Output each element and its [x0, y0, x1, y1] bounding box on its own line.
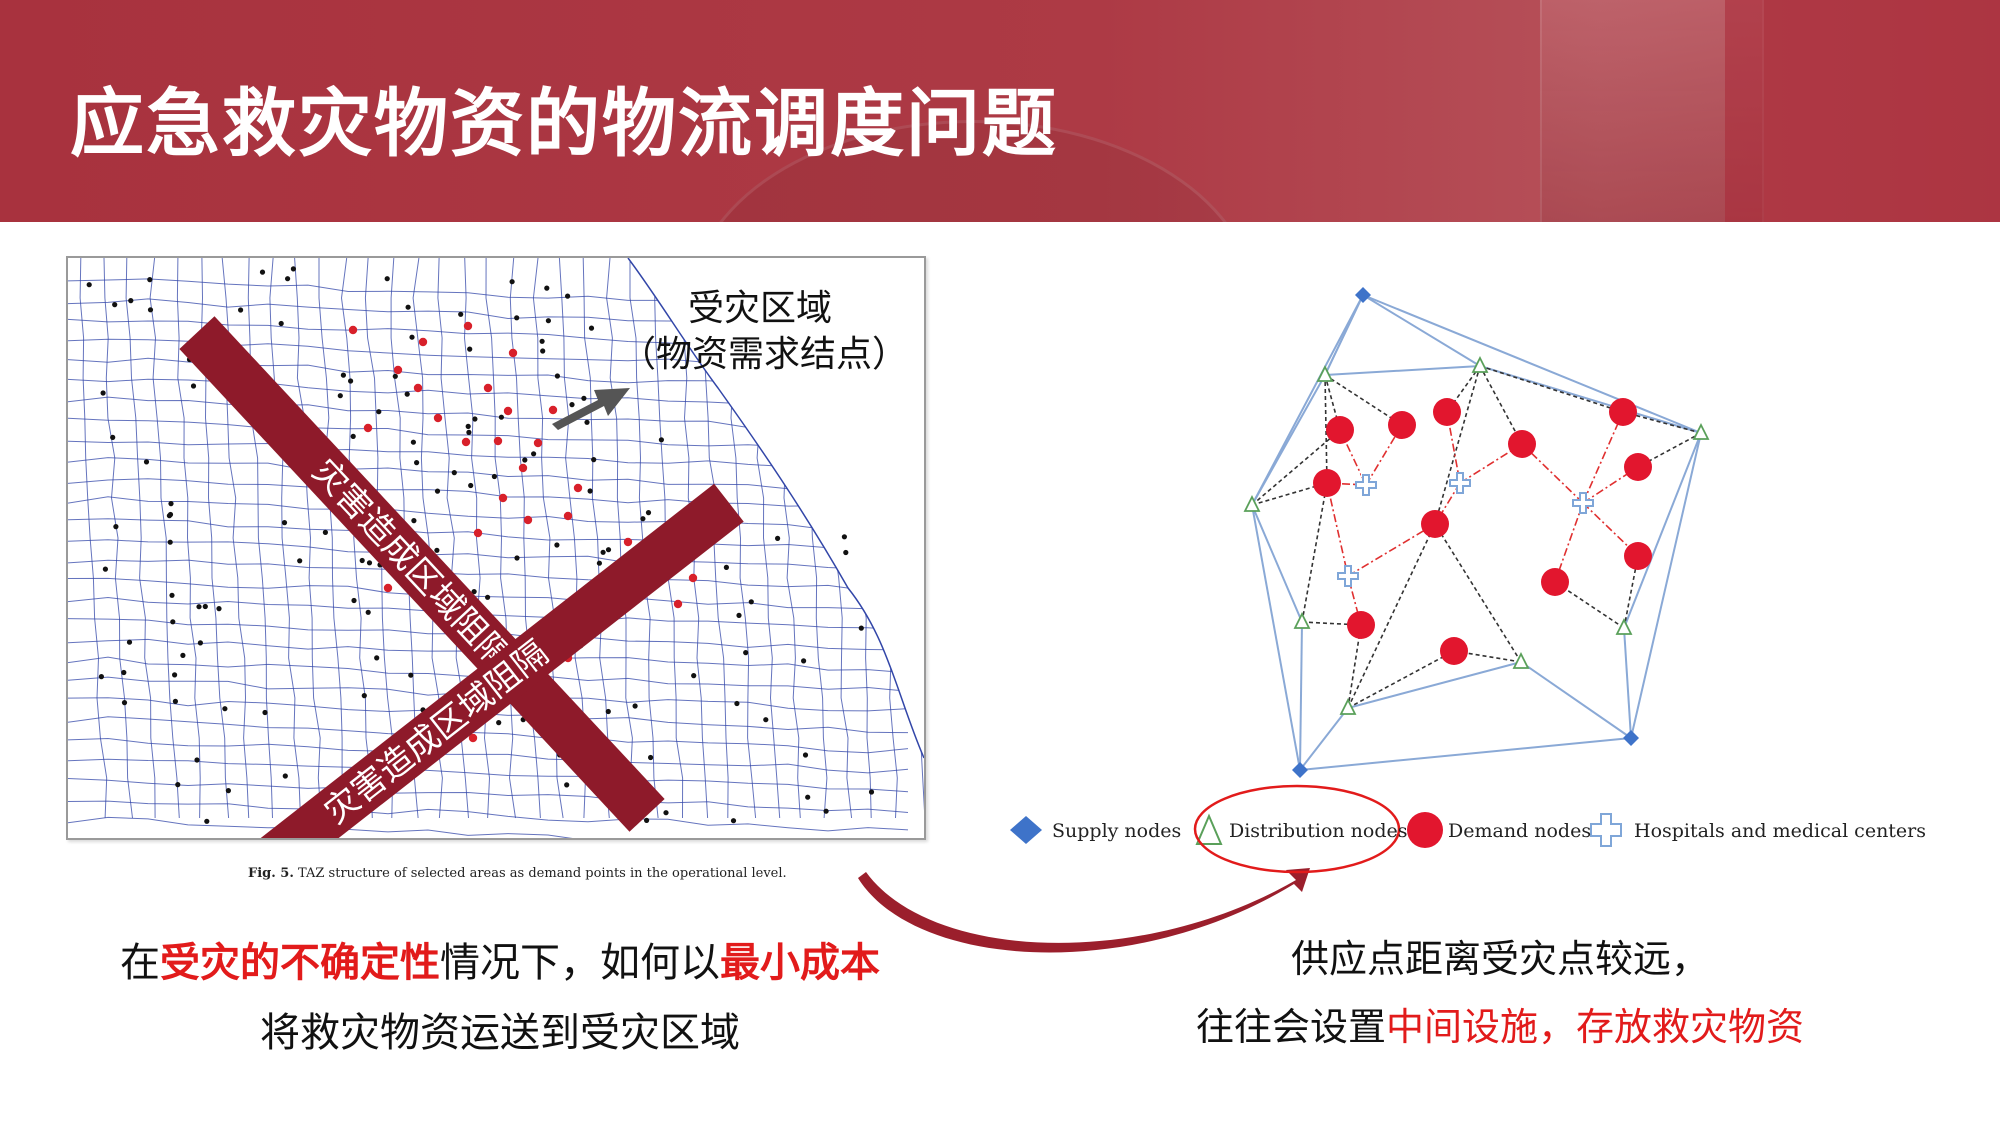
affected-area-label: 受灾区域 （物资需求结点）: [620, 286, 909, 378]
header-banner: 应急救灾物资的物流调度问题: [0, 0, 2000, 222]
problem-statement: 在受灾的不确定性情况下，如何以最小成本将救灾物资运送到受灾区域: [120, 928, 880, 1068]
affected-area-subtitle: （物资需求结点）: [620, 334, 909, 375]
supply-nodes: [1292, 287, 1639, 778]
distribution-demand-edges: [1251, 365, 1702, 709]
legend-hospital-icon: [1590, 813, 1622, 847]
map-caption-text: TAZ structure of selected areas as deman…: [298, 866, 787, 881]
network-edges: [1251, 294, 1702, 771]
facility-text-2: 往往会设置: [1195, 1005, 1386, 1049]
legend-demand-label: Demand nodes: [1448, 820, 1592, 842]
legend-hospitals-label: Hospitals and medical centers: [1634, 820, 1927, 842]
facility-statement: 供应点距离受灾点较远， 往往会设置中间设施，存放救灾物资: [1170, 925, 1830, 1061]
demand-nodes: [1313, 398, 1652, 665]
problem-text-3: 将救灾物资运送到受灾区域: [260, 1010, 740, 1056]
legend-supply-icon: [1010, 816, 1042, 844]
legend-demand-icon: [1407, 812, 1443, 848]
affected-area-title: 受灾区域: [687, 288, 832, 329]
legend-distribution-label: Distribution nodes: [1229, 820, 1408, 842]
problem-highlight-cost: 最小成本: [720, 940, 880, 986]
header-bg-panel: [1725, 0, 2000, 222]
legend-supply-label: Supply nodes: [1052, 820, 1182, 842]
problem-text-1: 在: [120, 940, 160, 986]
demand-hospital-edges: [1326, 411, 1639, 626]
map-caption: Fig. 5. TAZ structure of selected areas …: [248, 866, 787, 881]
barrier-banner-2-label: 灾害造成区域阻隔: [317, 633, 556, 832]
problem-highlight-uncertainty: 受灾的不确定性: [160, 940, 440, 986]
problem-text-2: 情况下，如何以: [440, 940, 720, 986]
map-caption-fig: Fig. 5.: [248, 866, 294, 881]
page-title: 应急救灾物资的物流调度问题: [70, 81, 1058, 167]
facility-highlight: 中间设施，存放救灾物资: [1386, 1005, 1805, 1049]
facility-text-1: 供应点距离受灾点较远，: [1290, 937, 1709, 981]
legend-distribution-icon: [1195, 813, 1223, 845]
hospital-nodes: [1337, 471, 1594, 587]
distribution-nodes: [1243, 355, 1710, 715]
